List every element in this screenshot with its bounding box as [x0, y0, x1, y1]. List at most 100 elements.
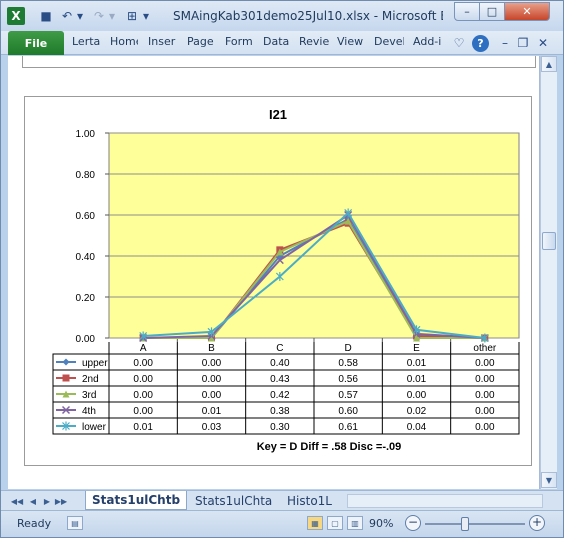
data-table-cell: 0.00	[133, 358, 153, 369]
data-table-cell: 0.01	[202, 406, 222, 417]
data-table-cell: 0.01	[407, 374, 427, 385]
worksheet-area[interactable]: I21 1.00 0.80 0.60 0.40 0.20 0.00 A B C D Eother upp…	[8, 56, 540, 489]
scroll-up-icon[interactable]: ▲	[541, 56, 557, 72]
first-sheet-icon[interactable]: ◀◀	[11, 494, 23, 508]
tab-review[interactable]: Revie	[299, 35, 329, 53]
sheet-tab-stats1ulchta[interactable]: Stats1ulChta	[189, 491, 278, 510]
data-table-cell: 0.38	[270, 406, 290, 417]
data-table-cell: 0.00	[407, 390, 427, 401]
scroll-down-icon[interactable]: ▼	[541, 472, 557, 488]
customize-toolbar-icon[interactable]: ⊞	[123, 7, 141, 25]
vertical-scrollbar[interactable]: ▲ ▼	[540, 56, 557, 489]
data-table-cell: 0.00	[133, 374, 153, 385]
y-tick-label: 0.80	[76, 170, 96, 181]
chart-area[interactable]: I21 1.00 0.80 0.60 0.40 0.20 0.00 A B C D Eother upp…	[24, 96, 532, 466]
tab-view[interactable]: View	[337, 35, 365, 53]
window-title: SMAingKab301demo25Jul10.xlsx - Microsoft…	[173, 9, 443, 23]
data-table-cell: 0.40	[270, 358, 290, 369]
status-ready: Ready	[17, 517, 52, 530]
tab-page-layout[interactable]: Page	[187, 35, 215, 53]
marker-square	[62, 374, 70, 382]
data-table-cell: 0.43	[270, 374, 290, 385]
chart-title: I21	[269, 107, 287, 122]
zoom-in-button[interactable]: +	[529, 515, 545, 531]
horizontal-scrollbar[interactable]	[347, 494, 543, 508]
maximize-button[interactable]: □	[479, 2, 505, 21]
tab-file[interactable]: File	[8, 31, 64, 55]
data-table-cell: 0.00	[133, 406, 153, 417]
save-icon[interactable]: ■	[37, 7, 55, 25]
x-category-label: E	[413, 343, 420, 354]
previous-chart-frame	[22, 56, 536, 68]
tab-formulas[interactable]: Form	[225, 35, 253, 53]
zoom-level[interactable]: 90%	[369, 517, 393, 530]
legend-entry: 4th	[82, 406, 96, 417]
data-table-cell: 0.57	[338, 390, 358, 401]
data-table-cell: 0.00	[202, 390, 222, 401]
sheet-tab-histo1l[interactable]: Histo1L	[281, 491, 338, 510]
tab-data[interactable]: Data	[263, 35, 291, 53]
normal-view-icon[interactable]: ▦	[307, 516, 323, 530]
qat-dropdown-icon[interactable]: ▾	[141, 7, 151, 25]
data-table-cell: 0.00	[475, 390, 495, 401]
data-table-cell: 0.00	[475, 374, 495, 385]
data-table-cell: 0.42	[270, 390, 290, 401]
undo-dropdown-icon[interactable]: ▾	[75, 7, 85, 25]
zoom-slider-thumb[interactable]	[461, 517, 469, 531]
legend-entry: 3rd	[82, 390, 96, 401]
next-sheet-icon[interactable]: ▶	[41, 494, 53, 508]
zoom-out-button[interactable]: −	[405, 515, 421, 531]
prev-sheet-icon[interactable]: ◀	[27, 494, 39, 508]
zoom-slider[interactable]	[425, 523, 525, 525]
marker-diamond	[62, 358, 70, 366]
data-table-cell: 0.00	[202, 374, 222, 385]
legend-entry: lower	[82, 422, 107, 433]
data-table-cell: 0.00	[133, 390, 153, 401]
y-tick-label: 0.20	[76, 293, 96, 304]
undo-icon[interactable]: ↶	[59, 7, 75, 25]
y-tick-label: 1.00	[76, 129, 96, 140]
data-table-cell: 0.04	[407, 422, 427, 433]
minimize-ribbon-icon[interactable]: ♡	[452, 34, 466, 52]
data-table-cell: 0.00	[475, 358, 495, 369]
tab-add-ins[interactable]: Add-i	[413, 35, 443, 53]
data-table-cell: 0.01	[407, 358, 427, 369]
last-sheet-icon[interactable]: ▶▶	[55, 494, 67, 508]
close-button[interactable]: ✕	[504, 2, 550, 21]
y-tick-label: 0.00	[76, 334, 96, 345]
excel-app-icon[interactable]: X	[7, 7, 25, 25]
x-category-label: B	[208, 343, 215, 354]
minimize-button[interactable]: –	[454, 2, 480, 21]
x-category-label: other	[473, 343, 496, 354]
tab-home[interactable]: Home	[110, 35, 138, 53]
data-table-cell: 0.56	[338, 374, 358, 385]
data-table-cell: 0.00	[475, 422, 495, 433]
chart-footer-stats: Key = D Diff = .58 Disc =-.09	[257, 441, 402, 453]
workbook-close-icon[interactable]: ✕	[536, 34, 550, 52]
y-tick-label: 0.60	[76, 211, 96, 222]
sheet-tab-stats1ulchtb[interactable]: Stats1ulChtb	[85, 491, 188, 510]
vertical-scroll-thumb[interactable]	[542, 232, 556, 250]
legend-entry: upper	[82, 358, 108, 369]
data-table-cell: 0.00	[475, 406, 495, 417]
tab-lerta[interactable]: Lerta	[72, 35, 100, 53]
x-category-label: D	[345, 343, 352, 354]
workbook-restore-icon[interactable]: ❐	[516, 34, 530, 52]
page-layout-view-icon[interactable]: ▢	[327, 516, 343, 530]
data-table-cell: 0.30	[270, 422, 290, 433]
page-break-view-icon[interactable]: ▥	[347, 516, 363, 530]
redo-icon[interactable]: ↷	[91, 7, 107, 25]
redo-dropdown-icon[interactable]: ▾	[107, 7, 117, 25]
tab-developer[interactable]: Devel	[374, 35, 404, 53]
help-icon[interactable]: ?	[472, 35, 489, 52]
title-bar: X ■ ↶ ▾ ↷ ▾ ⊞ ▾ SMAingKab301demo25Jul10.…	[1, 1, 563, 31]
data-table-cell: 0.60	[338, 406, 358, 417]
legend-entry: 2nd	[82, 374, 99, 385]
data-table-cell: 0.03	[202, 422, 222, 433]
macro-record-icon[interactable]: ▤	[67, 516, 83, 530]
x-category-label: A	[140, 343, 147, 354]
data-table-cell: 0.58	[338, 358, 358, 369]
data-table-cell: 0.00	[202, 358, 222, 369]
tab-insert[interactable]: Inser	[148, 35, 178, 53]
workbook-minimize-icon[interactable]: –	[498, 34, 512, 52]
